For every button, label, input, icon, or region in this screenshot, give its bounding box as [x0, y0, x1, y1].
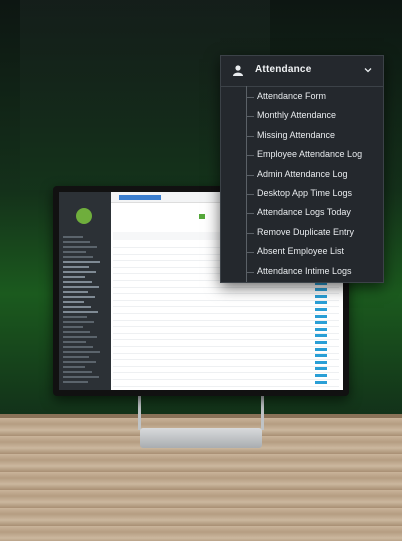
menu-item-label: Admin Attendance Log — [257, 168, 348, 179]
table-row — [113, 380, 339, 387]
attendance-dropdown: Attendance Attendance Form Monthly Attend… — [220, 55, 384, 283]
sidebar-item[interactable] — [63, 276, 85, 278]
sidebar-item[interactable] — [63, 261, 100, 263]
menu-item[interactable]: Attendance Intime Logs — [246, 263, 381, 282]
sidebar-item[interactable] — [63, 376, 99, 378]
row-action-button[interactable] — [315, 334, 327, 338]
row-action-button[interactable] — [315, 380, 327, 384]
menu-item[interactable]: Absent Employee List — [246, 243, 381, 262]
row-action-button[interactable] — [315, 354, 327, 358]
sidebar-item[interactable] — [63, 301, 84, 303]
sidebar-item[interactable] — [63, 356, 89, 358]
tree-branch — [246, 135, 254, 137]
row-action-button[interactable] — [315, 314, 327, 318]
sidebar-item[interactable] — [63, 266, 89, 268]
row-action-button[interactable] — [315, 321, 327, 325]
sidebar-item[interactable] — [63, 251, 86, 253]
sidebar-item[interactable] — [63, 371, 92, 373]
sidebar-item[interactable] — [63, 246, 97, 248]
monitor-stand-neck — [138, 396, 264, 430]
tree-branch — [246, 116, 254, 118]
sidebar-item[interactable] — [63, 306, 91, 308]
sidebar-item[interactable] — [63, 346, 93, 348]
tree-branch — [246, 174, 254, 176]
sidebar-item[interactable] — [63, 331, 90, 333]
row-action-button[interactable] — [315, 301, 327, 305]
menu-item[interactable]: Admin Attendance Log — [246, 166, 381, 185]
row-action-button[interactable] — [315, 341, 327, 344]
app-top-button[interactable] — [119, 195, 161, 200]
dropdown-header[interactable]: Attendance — [221, 56, 383, 87]
menu-item[interactable]: Attendance Logs Today — [246, 204, 381, 223]
app-logo — [65, 198, 105, 205]
menu-item-label: Attendance Intime Logs — [257, 265, 352, 276]
sidebar-item[interactable] — [63, 241, 90, 243]
menu-item[interactable]: Desktop App Time Logs — [246, 185, 381, 204]
tree-branch — [246, 194, 254, 195]
sidebar-item[interactable] — [63, 366, 85, 368]
row-action-button[interactable] — [315, 360, 327, 364]
menu-item-label: Absent Employee List — [257, 246, 345, 257]
menu-item[interactable]: Monthly Attendance — [246, 107, 381, 126]
user-icon — [233, 65, 243, 76]
sidebar-item[interactable] — [63, 316, 87, 318]
row-action-button[interactable] — [315, 327, 327, 331]
menu-item[interactable]: Remove Duplicate Entry — [246, 224, 381, 243]
row-action-button[interactable] — [315, 294, 327, 298]
menu-item[interactable]: Attendance Form — [246, 88, 381, 107]
menu-item-label: Remove Duplicate Entry — [257, 226, 355, 237]
sidebar-item[interactable] — [63, 281, 92, 283]
sidebar-item[interactable] — [63, 381, 88, 383]
menu-item-label: Attendance Logs Today — [257, 207, 351, 218]
row-action-button[interactable] — [315, 374, 327, 377]
tree-branch — [246, 252, 254, 254]
sidebar-item[interactable] — [63, 351, 100, 353]
sidebar-item[interactable] — [63, 336, 97, 338]
menu-item-label: Desktop App Time Logs — [257, 188, 353, 198]
menu-item-label: Monthly Attendance — [257, 110, 337, 121]
row-action-button[interactable] — [315, 347, 327, 351]
sidebar-item[interactable] — [63, 256, 93, 258]
sidebar-item[interactable] — [63, 286, 99, 288]
sidebar-item[interactable] — [63, 291, 88, 293]
row-action-button[interactable] — [315, 367, 327, 371]
sidebar-item[interactable] — [63, 311, 98, 313]
tree-branch — [246, 271, 254, 273]
menu-item[interactable]: Missing Attendance — [246, 127, 381, 146]
sidebar-item[interactable] — [63, 321, 94, 323]
sidebar-item[interactable] — [63, 341, 86, 343]
dropdown-title: Attendance — [255, 64, 312, 75]
menu-item-label: Attendance Form — [257, 91, 327, 101]
menu-item[interactable]: Employee Attendance Log — [246, 146, 381, 165]
sidebar-item[interactable] — [63, 326, 83, 328]
sidebar-item[interactable] — [63, 236, 83, 238]
filter-go-button[interactable] — [199, 214, 205, 219]
tree-branch — [246, 232, 254, 234]
sidebar-item[interactable] — [63, 271, 96, 273]
menu-item-label: Missing Attendance — [257, 129, 336, 140]
sidebar-item[interactable] — [63, 361, 96, 363]
tree-branch — [246, 213, 254, 215]
tree-branch — [246, 97, 254, 98]
monitor-stand-base — [140, 428, 262, 448]
avatar — [76, 208, 92, 224]
row-action-button[interactable] — [315, 308, 327, 311]
sidebar-item[interactable] — [63, 296, 95, 298]
tree-branch — [246, 155, 254, 157]
menu-item-label: Employee Attendance Log — [257, 149, 363, 160]
row-action-button[interactable] — [315, 288, 327, 292]
chevron-down-icon[interactable] — [364, 66, 372, 74]
